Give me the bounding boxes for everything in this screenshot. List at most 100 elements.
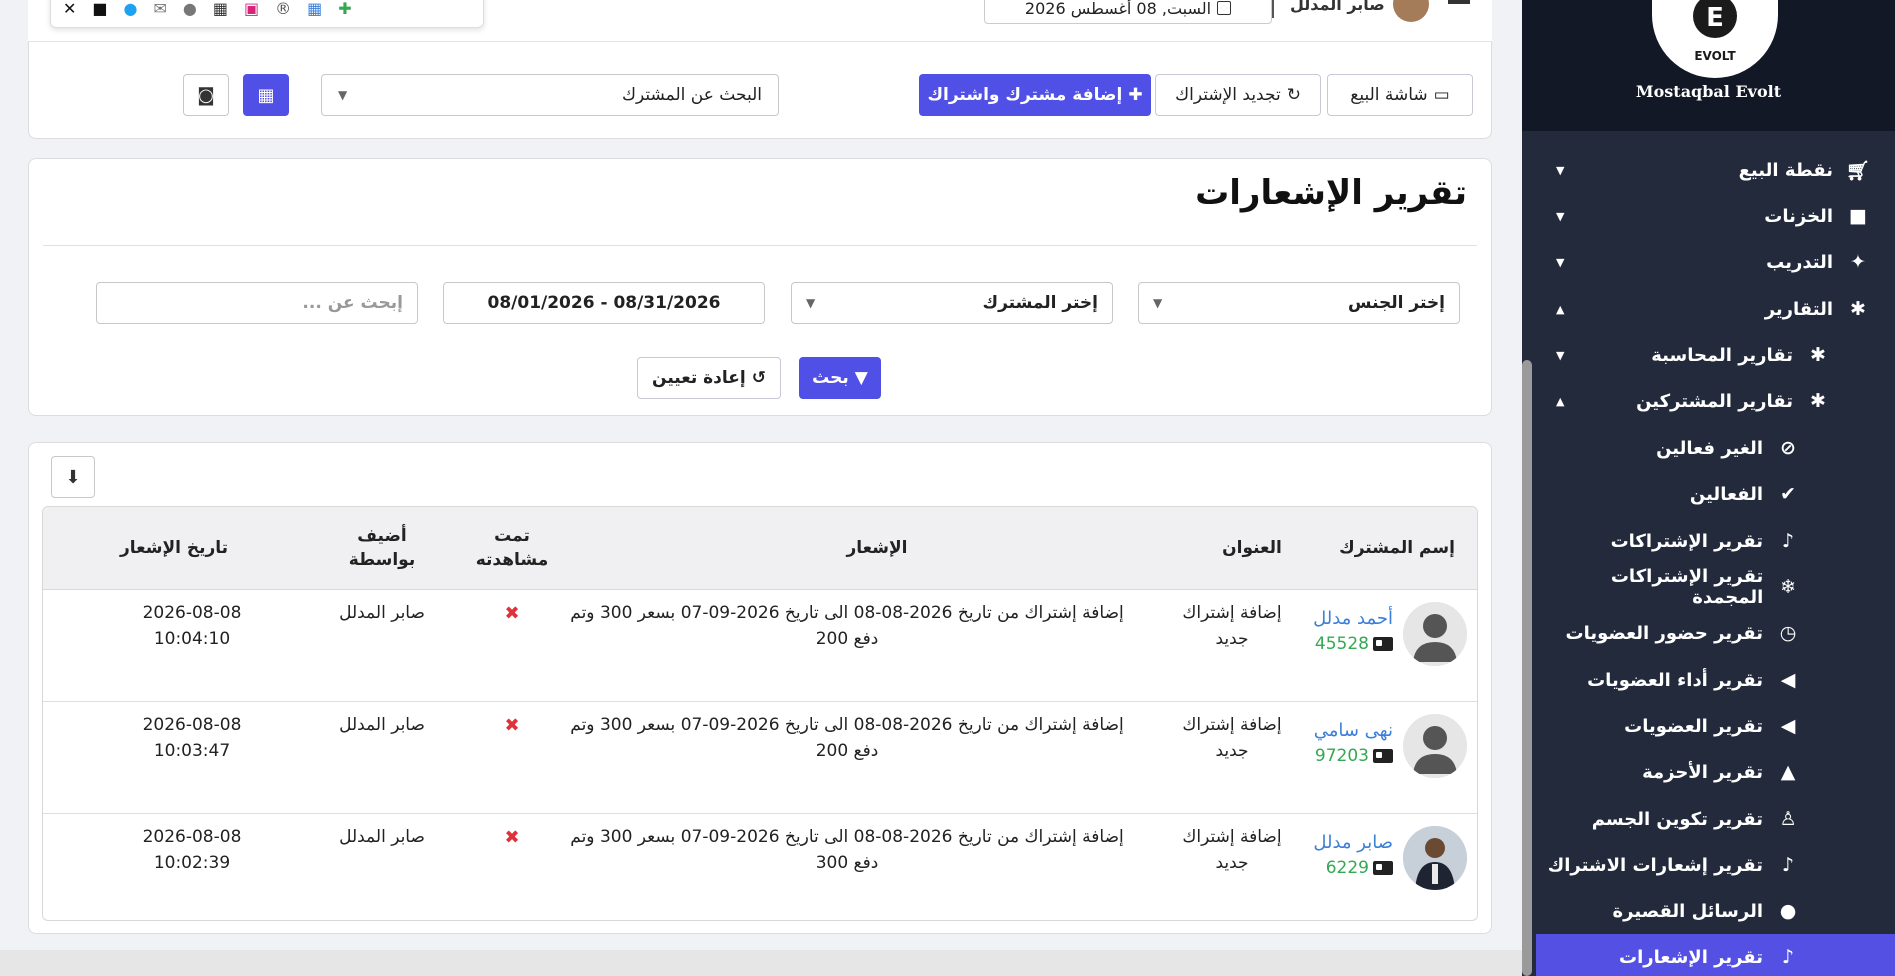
- sidebar-item-training[interactable]: ▼ التدريب ✦: [1536, 239, 1895, 285]
- close-icon[interactable]: ✕: [63, 1, 76, 17]
- sidebar-item-body-composition[interactable]: تقرير تكوين الجسم ♙: [1536, 796, 1895, 842]
- chevron-down-icon: ▼: [1556, 348, 1565, 362]
- sidebar-item-label: تقرير حضور العضويات: [1565, 622, 1763, 644]
- cell-date: 2026-08-08 10:02:39: [112, 824, 272, 877]
- sidebar-item-inactive[interactable]: الغير فعالين ⊘: [1536, 425, 1895, 471]
- grid-icon[interactable]: ▦: [307, 1, 322, 17]
- sidebar-item-reports[interactable]: ▲ التقارير ✱: [1536, 286, 1895, 332]
- member-search-placeholder: البحث عن المشترك: [621, 85, 762, 105]
- th-date[interactable]: تاريخ الإشعار: [43, 507, 307, 590]
- th-seen[interactable]: تمت مشاهدته: [457, 507, 567, 590]
- cell-time-value: 10:02:39: [153, 853, 231, 874]
- member-select[interactable]: إختر المشترك ▼: [791, 282, 1113, 324]
- member-name-link[interactable]: صابر مدلل 6229: [1303, 830, 1393, 881]
- main-content: السبت, 08 أغسطس 2026 صابر المدلل ✕ ■ ● ✉…: [0, 0, 1522, 976]
- member-name-link[interactable]: أحمد مدلل 45528: [1313, 606, 1393, 657]
- brand-name: Mostaqbal Evolt: [1635, 82, 1782, 101]
- brand-logo[interactable]: E EVOLT: [1652, 0, 1778, 78]
- cell-added-by: صابر المدلل: [339, 603, 425, 623]
- registered-icon[interactable]: ®: [275, 1, 291, 17]
- camera-button[interactable]: ◙: [183, 74, 229, 116]
- reset-button-label: إعادة تعيين: [652, 368, 746, 388]
- sidebar-item-belts-report[interactable]: تقرير الأحزمة ▲: [1536, 749, 1895, 795]
- chat-icon[interactable]: ●: [183, 1, 197, 17]
- reset-button[interactable]: ↺ إعادة تعيين: [637, 357, 781, 399]
- mail-icon[interactable]: ✉: [154, 1, 167, 17]
- user-menu[interactable]: صابر المدلل: [1290, 0, 1429, 22]
- photo-avatar-icon: [1403, 826, 1467, 890]
- sidebar-item-label: تقرير أداء العضويات: [1587, 669, 1763, 691]
- sidebar-item-active[interactable]: الفعالين ✔: [1536, 471, 1895, 517]
- gender-select[interactable]: إختر الجنس ▼: [1138, 282, 1460, 324]
- refresh-icon: ↻: [1286, 85, 1301, 105]
- user-name[interactable]: صابر المدلل: [1290, 0, 1385, 14]
- not-seen-icon: ✖: [504, 827, 520, 848]
- header-divider: [1272, 0, 1274, 18]
- bug-icon: ✱: [1810, 390, 1826, 412]
- cell-notification: إضافة إشتراك من تاريخ 2026-08-08 الى تار…: [570, 827, 1124, 874]
- sidebar-scrollbar[interactable]: [1522, 360, 1532, 976]
- sidebar-item-pos[interactable]: ▼ نقطة البيع 🛒︎: [1536, 147, 1895, 193]
- chevron-down-icon: ▼: [1556, 255, 1565, 269]
- member-select-value: إختر المشترك: [982, 293, 1098, 313]
- member-name[interactable]: أحمد مدلل: [1313, 606, 1393, 632]
- search-button-label: بحث: [812, 368, 849, 388]
- sidebar-item-notifications-report[interactable]: تقرير الإشعارات ♪: [1536, 934, 1895, 976]
- chevron-up-icon: ▲: [1556, 394, 1565, 408]
- sidebar-item-memberships-report[interactable]: تقرير العضويات ◀: [1536, 703, 1895, 749]
- sidebar-item-attendance-report[interactable]: تقرير حضور العضويات ◷: [1536, 610, 1895, 656]
- sidebar-item-performance-report[interactable]: تقرير أداء العضويات ◀: [1536, 657, 1895, 703]
- sidebar-item-label: تقرير إشعارات الاشتراك: [1547, 854, 1763, 876]
- th-notification[interactable]: الإشعار: [567, 507, 1187, 590]
- notifications-table: إسم المشترك العنوان الإشعار تمت مشاهدته …: [42, 506, 1478, 921]
- th-added-by[interactable]: أضيف بواسطة: [307, 507, 457, 590]
- table-header: إسم المشترك العنوان الإشعار تمت مشاهدته …: [43, 507, 1477, 590]
- cell-added-by: صابر المدلل: [339, 827, 425, 847]
- renew-subscription-button[interactable]: ↻ تجديد الإشتراك: [1155, 74, 1321, 116]
- evolt-logo-icon: E EVOLT: [1693, 0, 1737, 63]
- th-title[interactable]: العنوان: [1187, 507, 1317, 590]
- sidebar-item-frozen-subscriptions[interactable]: تقرير الإشتراكات المجمدة ❄: [1536, 564, 1895, 610]
- chevron-down-icon: ▼: [1556, 209, 1565, 223]
- id-card-icon: [1373, 749, 1393, 764]
- sidebar-item-member-reports[interactable]: ▲ تقارير المشتركين ✱: [1536, 378, 1895, 424]
- twitter-icon[interactable]: ●: [124, 1, 138, 17]
- user-avatar[interactable]: [1392, 0, 1429, 22]
- megaphone-icon: ◀: [1780, 715, 1796, 737]
- member-name[interactable]: نهى سامي: [1313, 718, 1393, 744]
- sidebar-item-label: نقطة البيع: [1738, 159, 1833, 181]
- search-button[interactable]: ▼ بحث: [799, 357, 881, 399]
- search-input[interactable]: إبحث عن ...: [96, 282, 418, 324]
- member-id-value: 45528: [1314, 634, 1369, 655]
- sidebar-item-accounting-reports[interactable]: ▼ تقارير المحاسبة ✱: [1536, 332, 1895, 378]
- filter-icon: ▼: [854, 368, 868, 388]
- qr-icon[interactable]: ▦: [213, 1, 228, 17]
- th-member[interactable]: إسم المشترك: [1317, 507, 1477, 590]
- sidebar-item-subscription-notifications[interactable]: تقرير إشعارات الاشتراك ♪: [1536, 842, 1895, 888]
- member-name[interactable]: صابر مدلل: [1303, 830, 1393, 856]
- pos-screen-button[interactable]: ▭ شاشة البيع: [1327, 74, 1473, 116]
- add-member-button[interactable]: ✚ إضافة مشترك واشتراك: [919, 74, 1151, 116]
- chevron-down-icon: ▼: [1556, 163, 1565, 177]
- avatar: [1403, 714, 1467, 778]
- sidebar-item-label: التدريب: [1766, 251, 1833, 273]
- member-name-link[interactable]: نهى سامي 97203: [1313, 718, 1393, 769]
- filter-card: تقرير الإشعارات إختر الجنس ▼ إختر المشتر…: [28, 158, 1492, 416]
- camera-icon[interactable]: ▣: [244, 1, 259, 17]
- member-search-select[interactable]: البحث عن المشترك ▼: [321, 74, 779, 116]
- menu-toggle-icon[interactable]: [1448, 0, 1470, 4]
- sidebar-item-sms[interactable]: الرسائل القصيرة ●: [1536, 888, 1895, 934]
- pos-screen-label: شاشة البيع: [1350, 85, 1428, 105]
- sidebar-item-subscriptions-report[interactable]: تقرير الإشتراكات ♪: [1536, 518, 1895, 564]
- download-button[interactable]: ⬇: [51, 456, 95, 498]
- sidebar-item-label: تقارير المحاسبة: [1651, 344, 1793, 366]
- cell-date-value: 2026-08-08: [142, 827, 242, 847]
- square-icon[interactable]: ■: [92, 1, 107, 17]
- table-row: صابر مدلل 6229 إضافة إشتراك جديد إضافة إ…: [43, 814, 1477, 920]
- date-text: السبت, 08 أغسطس 2026: [1024, 0, 1212, 18]
- qr-scan-button[interactable]: ▦: [243, 74, 289, 116]
- user-plus-icon[interactable]: ✚: [338, 1, 351, 17]
- date-range-input[interactable]: 08/01/2026 - 08/31/2026: [443, 282, 765, 324]
- sidebar-item-safes[interactable]: ▼ الخزنات ■: [1536, 193, 1895, 239]
- table-row: أحمد مدلل 45528 إضافة إشتراك جديد إضافة …: [43, 590, 1477, 702]
